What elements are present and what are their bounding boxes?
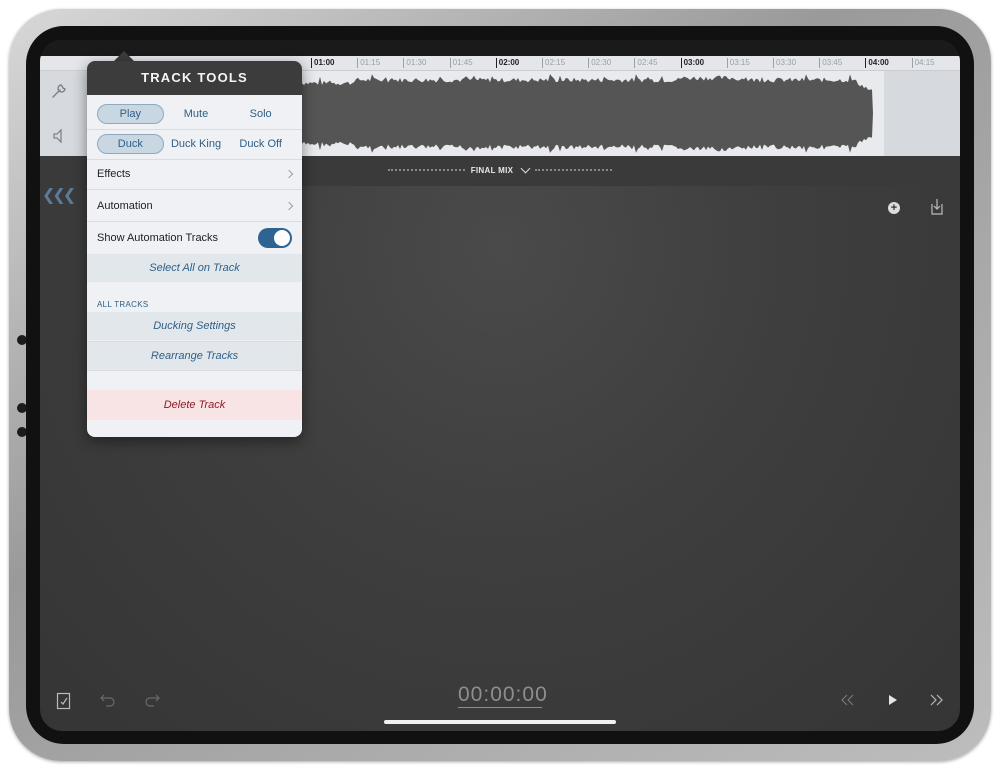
waveform [298,74,873,153]
duck-off-segment[interactable]: Duck Off [228,134,293,154]
toggle-knob [274,230,290,246]
ruler-tick: 04:00 [865,58,889,68]
automation-menu-item[interactable]: Automation [87,191,302,221]
add-track-icon[interactable]: + [888,202,900,214]
ruler-tick: 01:00 [311,58,334,68]
show-automation-label: Show Automation Tracks [97,232,219,244]
divider [87,189,302,190]
ruler-tick: 02:15 [542,58,565,68]
redo-icon[interactable] [144,692,160,708]
track-tools-popover: TRACK TOOLS Play Mute Solo Duck Duck Kin… [87,61,302,437]
ruler-tick: 04:15 [911,58,935,68]
divider [87,221,302,222]
ruler-tick: 03:45 [819,58,842,68]
undo-icon[interactable] [100,692,116,708]
waveform-region[interactable] [298,71,884,156]
ruler-tick: 02:30 [588,58,611,68]
dotted-divider [388,169,465,171]
chevron-right-icon [284,169,294,179]
duck-mode-segmented-control: Duck Duck King Duck Off [97,134,293,154]
transport-bar: 00:00:00 [40,680,960,730]
automation-label: Automation [97,200,153,212]
rearrange-tracks-button[interactable]: Rearrange Tracks [87,342,302,370]
solo-segment[interactable]: Solo [228,104,293,124]
waveform-shape [298,74,873,153]
ruler-tick: 03:15 [726,58,750,68]
play-icon[interactable] [887,694,899,706]
divider [87,370,302,371]
wrench-icon[interactable] [50,82,68,100]
checklist-icon[interactable] [56,692,72,710]
select-all-on-track-button[interactable]: Select All on Track [87,254,302,282]
ducking-settings-button[interactable]: Ducking Settings [87,312,302,340]
effects-menu-item[interactable]: Effects [87,159,302,189]
ruler-tick: 02:00 [495,58,519,68]
show-automation-toggle[interactable] [258,228,292,248]
play-mode-segmented-control: Play Mute Solo [97,104,293,124]
ruler-tick: 03:30 [773,58,796,68]
divider [87,129,302,130]
ruler-tick: 03:00 [680,58,704,68]
delete-track-button[interactable]: Delete Track [87,390,302,420]
chevron-down-icon [520,163,531,173]
duck-segment[interactable]: Duck [97,134,164,154]
show-automation-row: Show Automation Tracks [87,223,302,253]
play-segment[interactable]: Play [97,104,164,124]
final-mix-label: FINAL MIX [470,165,514,175]
ruler-tick: 01:45 [449,58,473,68]
chevron-right-icon [284,201,294,211]
rewind-arrows-icon[interactable]: ❮❮❮ [42,185,76,205]
status-bar [40,40,960,56]
effects-label: Effects [97,168,131,180]
ruler-tick: 01:15 [357,58,380,68]
skip-back-icon[interactable] [840,694,854,706]
final-mix-selector[interactable]: FINAL MIX [388,163,612,177]
duck-king-segment[interactable]: Duck King [164,134,229,154]
all-tracks-header: ALL TRACKS [97,300,149,309]
export-icon[interactable] [930,198,944,216]
popover-title: TRACK TOOLS [87,61,302,95]
speaker-icon[interactable] [52,128,68,144]
dotted-divider [535,169,612,171]
mute-segment[interactable]: Mute [164,104,229,124]
home-indicator [384,720,616,724]
ruler-tick: 01:30 [403,58,426,68]
ruler-tick: 02:45 [634,58,657,68]
skip-forward-icon[interactable] [930,694,944,706]
timecode-display: 00:00:00 [458,683,548,708]
